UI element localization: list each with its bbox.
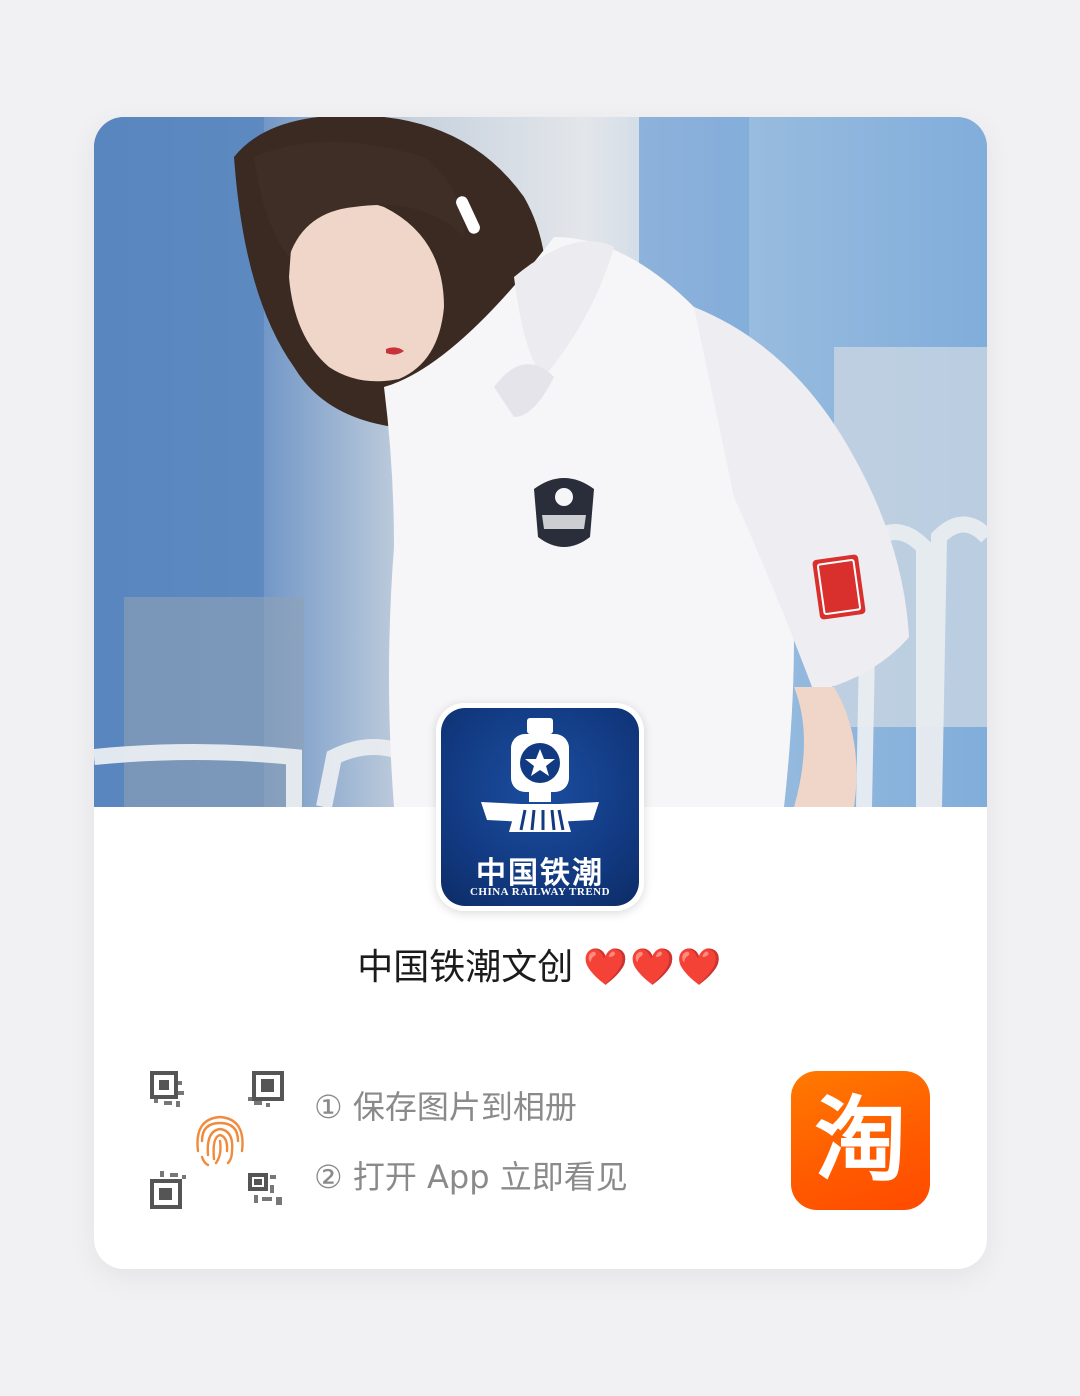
shop-title-row: 中国铁潮文创 ❤️❤️❤️ [94, 945, 987, 991]
fingerprint-icon [196, 1115, 244, 1167]
qr-corner-bottom-right-icon [248, 1173, 282, 1205]
step-open-app: ② 打开 App 立即看见 [314, 1158, 628, 1196]
brand-logo: 中国铁潮 CHINA RAILWAY TREND [436, 703, 644, 911]
step-save-image: ① 保存图片到相册 [314, 1088, 577, 1126]
hearts-emoji: ❤️❤️❤️ [583, 947, 724, 988]
locomotive-icon [481, 718, 599, 832]
sleeve-patch [812, 554, 866, 620]
qr-corner-bottom-left-icon [150, 1171, 186, 1209]
brand-logo-inner: 中国铁潮 CHINA RAILWAY TREND [441, 708, 639, 906]
logo-english-text: CHINA RAILWAY TREND [469, 886, 611, 898]
shirt-badge [534, 478, 594, 547]
qr-corner-top-right-icon [248, 1071, 284, 1107]
taobao-logo-char: 淘 [814, 1086, 907, 1194]
share-card: 中国铁潮 CHINA RAILWAY TREND 中国铁潮文创 ❤️❤️❤️ ①… [94, 117, 987, 1269]
qr-corner-top-left-icon [150, 1071, 184, 1107]
taobao-app-icon[interactable]: 淘 [791, 1071, 930, 1210]
shop-title: 中国铁潮文创 [357, 947, 574, 988]
qr-fingerprint-icon[interactable] [150, 1071, 290, 1211]
